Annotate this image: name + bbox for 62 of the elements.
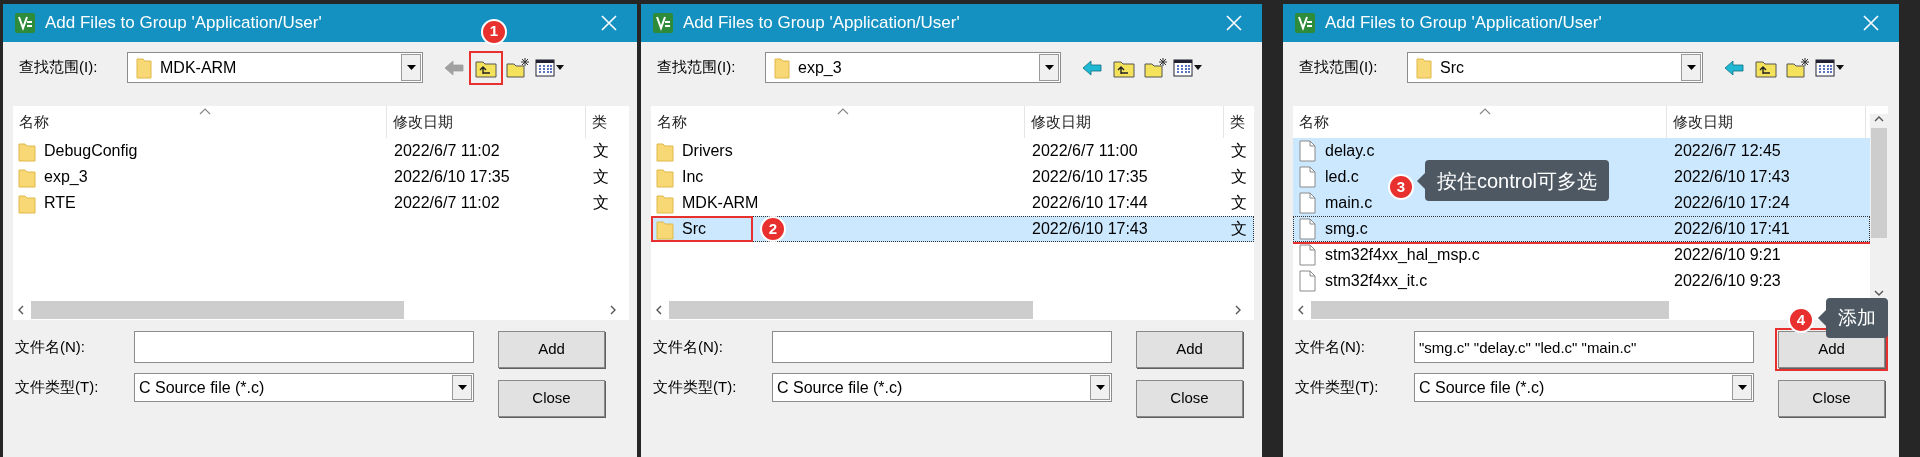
type-cell-text: 文 [1231,193,1247,213]
dropdown-value: exp_3 [798,57,843,78]
header-label: 修改日期 [1031,111,1091,132]
field-label: 文件名(N): [653,336,724,357]
window-title: Add Files to Group 'Application/User' [683,12,960,35]
header-label: 名称 [1299,111,1329,132]
dropdown-value: C Source file (*.c) [139,377,266,398]
date-cell-text: 2022/6/10 17:35 [1032,167,1148,187]
field-label: 查找范围(I): [1299,57,1379,78]
date-cell-text: 2022/6/10 9:23 [1674,271,1781,291]
field-label: 文件类型(T): [653,377,738,398]
date-cell-text: 2022/6/10 17:43 [1032,219,1148,239]
type-cell-text: 文 [593,167,609,187]
field-label: 查找范围(I): [19,57,99,78]
file-name: Inc [682,167,704,187]
window-title: Add Files to Group 'Application/User' [1325,12,1602,35]
file-name: Src [682,219,706,239]
header-label: 名称 [19,111,49,132]
file-name: exp_3 [44,167,88,187]
date-cell-text: 2022/6/10 17:43 [1674,167,1790,187]
type-cell-text: 文 [1231,167,1247,187]
file-name: smg.c [1325,219,1368,239]
header-label: 名称 [657,111,687,132]
field-label: 文件名(N): [1295,336,1366,357]
file-name: RTE [44,193,76,213]
file-name: Drivers [682,141,733,161]
file-name: MDK-ARM [682,193,759,213]
callout-tooltip: 添加 [1826,298,1888,338]
field-label: 文件类型(T): [1295,377,1380,398]
type-cell-text: 文 [1231,219,1247,239]
header-label: 修改日期 [1673,111,1733,132]
type-cell-text: 文 [1231,141,1247,161]
date-cell-text: 2022/6/10 17:41 [1674,219,1790,239]
file-name: main.c [1325,193,1373,213]
date-cell-text: 2022/6/7 12:45 [1674,141,1781,161]
date-cell-text: 2022/6/10 17:44 [1032,193,1148,213]
callout-tooltip: 按住control可多选 [1425,160,1610,201]
dropdown-value: C Source file (*.c) [777,377,904,398]
date-cell-text: 2022/6/7 11:00 [1032,141,1138,161]
dropdown-value: MDK-ARM [160,57,238,78]
date-cell-text: 2022/6/7 11:02 [394,141,500,161]
dropdown-value: C Source file (*.c) [1419,377,1546,398]
field-label: 文件名(N): [15,336,86,357]
date-cell-text: 2022/6/10 9:21 [1674,245,1781,265]
type-cell-text: 文 [593,141,609,161]
file-name: stm32f4xx_hal_msp.c [1325,245,1480,265]
header-label: 类 [1230,111,1245,132]
window-title: Add Files to Group 'Application/User' [45,12,322,35]
type-cell-text: 文 [593,193,609,213]
date-cell-text: 2022/6/7 11:02 [394,193,500,213]
field-label: 文件类型(T): [15,377,100,398]
file-name: DebugConfig [44,141,138,161]
field-label: 查找范围(I): [657,57,737,78]
step-badge: 2 [760,216,786,242]
file-name: stm32f4xx_it.c [1325,271,1428,291]
file-name: led.c [1325,167,1359,187]
date-cell-text: 2022/6/10 17:35 [394,167,510,187]
header-label: 修改日期 [393,111,453,132]
file-name: delay.c [1325,141,1375,161]
dropdown-value: Src [1440,57,1465,78]
header-label: 类 [592,111,607,132]
date-cell-text: 2022/6/10 17:24 [1674,193,1790,213]
